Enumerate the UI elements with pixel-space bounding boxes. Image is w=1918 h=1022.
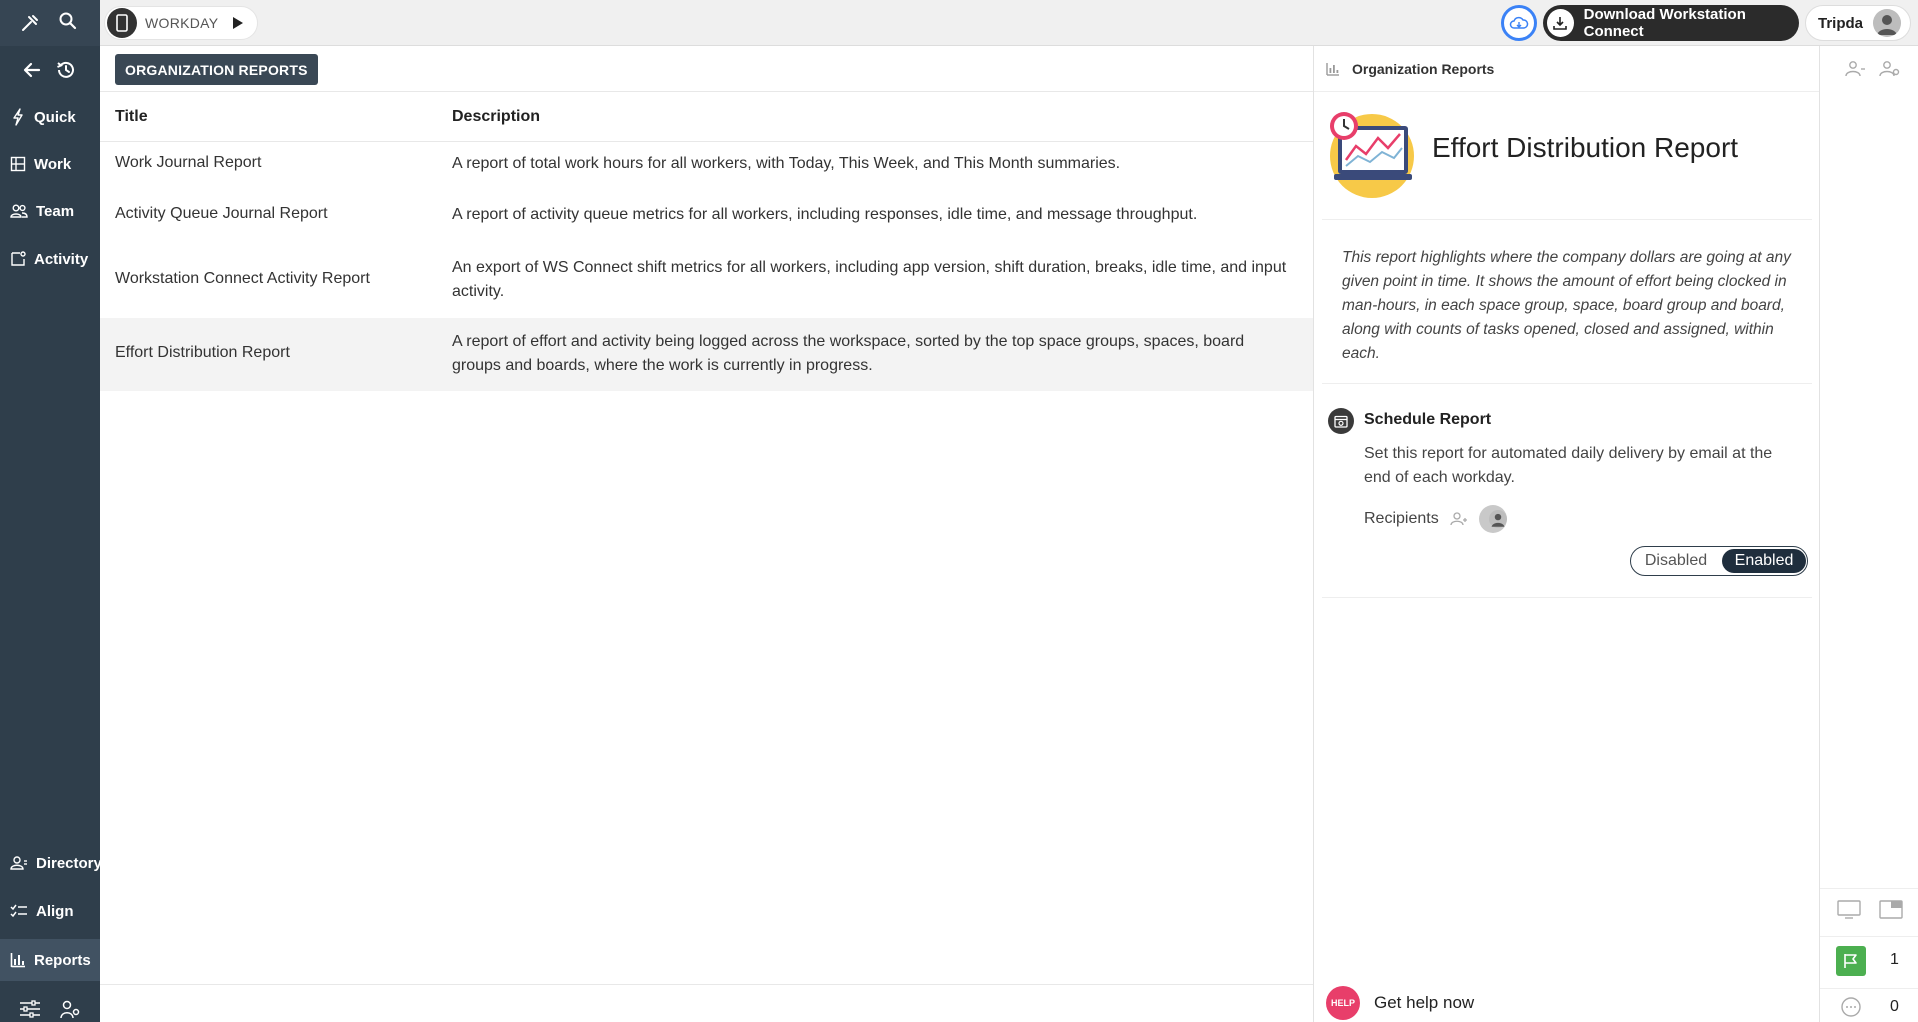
bar-chart-icon [10, 953, 25, 968]
toggle-disabled[interactable]: Disabled [1631, 549, 1721, 573]
search-icon[interactable] [54, 7, 82, 35]
sidebar-item-directory[interactable]: Directory [0, 843, 102, 883]
divider [1322, 383, 1812, 384]
recipients-row: Recipients [1364, 505, 1507, 533]
team-icon [10, 204, 28, 218]
monitor-icon[interactable] [1836, 897, 1862, 923]
table-row-selected[interactable]: Effort Distribution Report A report of e… [100, 318, 1313, 392]
report-chart-illustration-icon [1330, 112, 1414, 198]
top-bar: WORKDAY Download Workstation Connect Tri… [100, 0, 1918, 46]
schedule-icon [1328, 408, 1354, 434]
sidebar-item-activity[interactable]: Activity [0, 239, 100, 279]
play-icon[interactable] [232, 16, 244, 30]
right-rail: 1 0 [1819, 46, 1918, 1022]
column-description[interactable]: Description [452, 108, 540, 126]
user-menu[interactable]: Tripda [1805, 5, 1911, 41]
cloud-download-button[interactable] [1501, 5, 1537, 41]
bolt-icon [13, 108, 23, 126]
chat-count: 0 [1890, 998, 1899, 1015]
workspace-selector[interactable]: WORKDAY [104, 6, 258, 40]
avatar [1873, 9, 1902, 37]
get-help-button[interactable]: HELP Get help now [1314, 984, 1820, 1022]
sidebar-item-reports[interactable]: Reports [0, 939, 100, 981]
sidebar-item-align[interactable]: Align [0, 891, 100, 931]
bar-chart-icon [1326, 62, 1339, 76]
schedule-toggle[interactable]: Disabled Enabled [1630, 546, 1808, 576]
row-title: Workstation Connect Activity Report [115, 270, 370, 287]
sidebar-item-work[interactable]: Work [0, 144, 100, 184]
detail-header-title: Organization Reports [1352, 60, 1495, 77]
table-row[interactable]: Workstation Connect Activity Report An e… [100, 244, 1313, 318]
chat-icon[interactable] [1838, 994, 1864, 1020]
report-description: This report highlights where the company… [1342, 249, 1791, 362]
flag-count: 1 [1890, 951, 1899, 968]
user-settings-icon[interactable] [1876, 56, 1902, 82]
cloud-icon [1509, 16, 1529, 29]
report-title-block: Effort Distribution Report [1322, 108, 1812, 220]
divider [1322, 597, 1812, 598]
directory-icon [10, 856, 27, 870]
divider [1820, 936, 1918, 937]
flag-icon[interactable] [1836, 946, 1866, 976]
download-workstation-connect-button[interactable]: Download Workstation Connect [1543, 5, 1799, 41]
sliders-icon[interactable] [16, 995, 44, 1022]
workspace-name: WORKDAY [145, 15, 219, 31]
organization-reports-badge[interactable]: ORGANIZATION REPORTS [115, 54, 318, 85]
row-title: Work Journal Report [115, 154, 262, 171]
users-icon[interactable] [1842, 56, 1868, 82]
history-icon[interactable] [52, 56, 80, 84]
download-icon [1547, 9, 1574, 37]
report-title: Effort Distribution Report [1432, 132, 1739, 163]
sidebar-item-label: Team [36, 202, 75, 220]
detail-panel: Organization Reports Effort Distribution… [1313, 46, 1820, 1022]
sidebar-item-team[interactable]: Team [0, 191, 100, 231]
recipients-label: Recipients [1364, 510, 1439, 527]
schedule-title: Schedule Report [1364, 411, 1492, 428]
table-header: Title Description [100, 92, 1313, 142]
help-label: Get help now [1374, 993, 1475, 1012]
sidebar-item-quick[interactable]: Quick [0, 97, 100, 137]
back-arrow-icon[interactable] [18, 56, 46, 84]
user-settings-icon[interactable] [56, 995, 84, 1022]
row-title: Activity Queue Journal Report [115, 205, 328, 222]
toggle-enabled[interactable]: Enabled [1722, 549, 1806, 573]
column-title[interactable]: Title [115, 108, 148, 126]
recipient-avatar[interactable] [1478, 505, 1507, 533]
schedule-description: Set this report for automated daily deli… [1364, 445, 1773, 486]
main-footer [100, 984, 1313, 1022]
row-description: A report of effort and activity being lo… [452, 333, 1245, 374]
row-title: Effort Distribution Report [115, 344, 290, 361]
add-recipient-icon[interactable] [1449, 511, 1469, 527]
tools-icon[interactable] [16, 9, 44, 37]
user-name: Tripda [1818, 14, 1864, 32]
row-description: A report of total work hours for all wor… [452, 155, 1121, 172]
detail-header: Organization Reports [1314, 46, 1820, 92]
main-content: ORGANIZATION REPORTS Title Description W… [100, 46, 1313, 1022]
checklist-icon [10, 904, 27, 918]
row-description: A report of activity queue metrics for a… [452, 206, 1198, 223]
workspace-icon [107, 8, 137, 38]
sidebar-item-label: Activity [34, 250, 89, 268]
window-icon[interactable] [1878, 897, 1904, 923]
board-icon [10, 156, 26, 172]
activity-icon [11, 251, 26, 266]
help-badge-icon: HELP [1326, 986, 1360, 1020]
sidebar: Quick Work Team Activity Directory Align… [0, 0, 102, 1022]
sidebar-item-label: Reports [34, 951, 91, 969]
table-row[interactable]: Activity Queue Journal Report A report o… [100, 192, 1313, 244]
sidebar-header [0, 0, 100, 46]
divider [1820, 988, 1918, 989]
row-description: An export of WS Connect shift metrics fo… [452, 259, 1287, 300]
main-header: ORGANIZATION REPORTS [100, 46, 1313, 92]
table-row[interactable]: Work Journal Report A report of total wo… [100, 142, 1313, 192]
divider [1820, 888, 1918, 889]
sidebar-item-label: Directory [36, 854, 102, 872]
download-label: Download Workstation Connect [1583, 6, 1746, 40]
sidebar-item-label: Quick [34, 108, 76, 126]
sidebar-item-label: Align [36, 902, 74, 920]
sidebar-item-label: Work [34, 155, 72, 173]
